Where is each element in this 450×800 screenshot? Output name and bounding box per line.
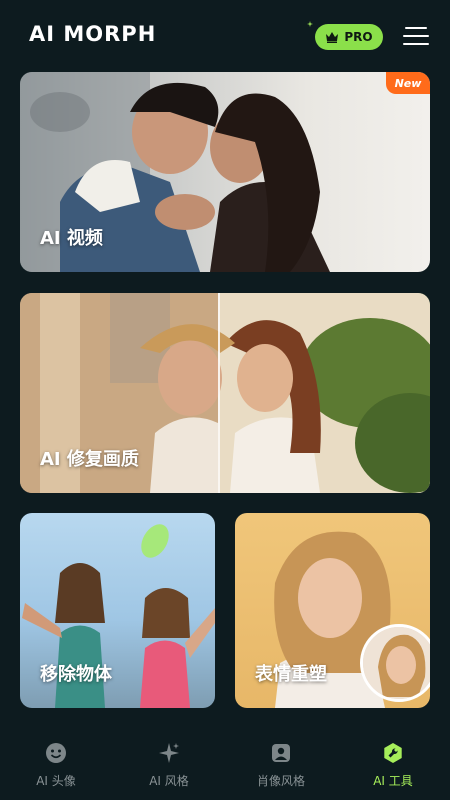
new-badge: New [386,72,430,94]
nav-label-ai-style: AI 风格 [149,774,189,788]
nav-item-ai-style[interactable]: AI 风格 [129,728,209,800]
expression-reshape-card[interactable]: 表情重塑 [235,513,430,708]
nav-label-portrait-style: 肖像风格 [256,774,305,788]
ai-video-label: AI 视频 [40,228,103,249]
remove-object-label: 移除物体 [40,664,112,685]
smiley-face-icon [46,743,66,763]
nav-item-portrait-style[interactable]: 肖像风格 [241,728,321,800]
ai-restore-label: AI 修复画质 [40,449,139,470]
crown-icon [326,32,339,43]
thumbnail-face-photo [363,627,430,699]
nav-item-ai-tools[interactable]: AI 工具 [353,728,433,800]
hamburger-menu-icon[interactable] [403,27,429,47]
portrait-icon [272,744,290,762]
ai-restore-card[interactable]: AI 修复画质 [20,293,430,493]
sparkle-decoration-icon [307,21,313,27]
ai-video-card[interactable]: New AI 视频 [20,72,430,272]
expression-reshape-label: 表情重塑 [255,664,327,685]
pro-label: PRO [344,30,373,44]
bottom-navigation: AI 头像 AI 风格 肖像风格 AI 工具 [0,728,450,800]
expression-thumbnail [360,624,430,702]
remove-object-card[interactable]: 移除物体 [20,513,215,708]
app-logo: AI MORPH [29,22,157,46]
nav-label-ai-tools: AI 工具 [373,774,413,788]
nav-item-ai-avatar[interactable]: AI 头像 [16,728,96,800]
wrench-icon [384,743,402,763]
comparison-divider [218,293,220,493]
nav-label-ai-avatar: AI 头像 [36,774,76,788]
pro-upgrade-button[interactable]: PRO [315,24,383,50]
app-root: AI MORPH PRO New AI 视频 AI 修复画质 移除物体 表情重塑… [0,0,450,800]
header: AI MORPH PRO [0,0,450,72]
sparkle-icon [159,743,179,763]
